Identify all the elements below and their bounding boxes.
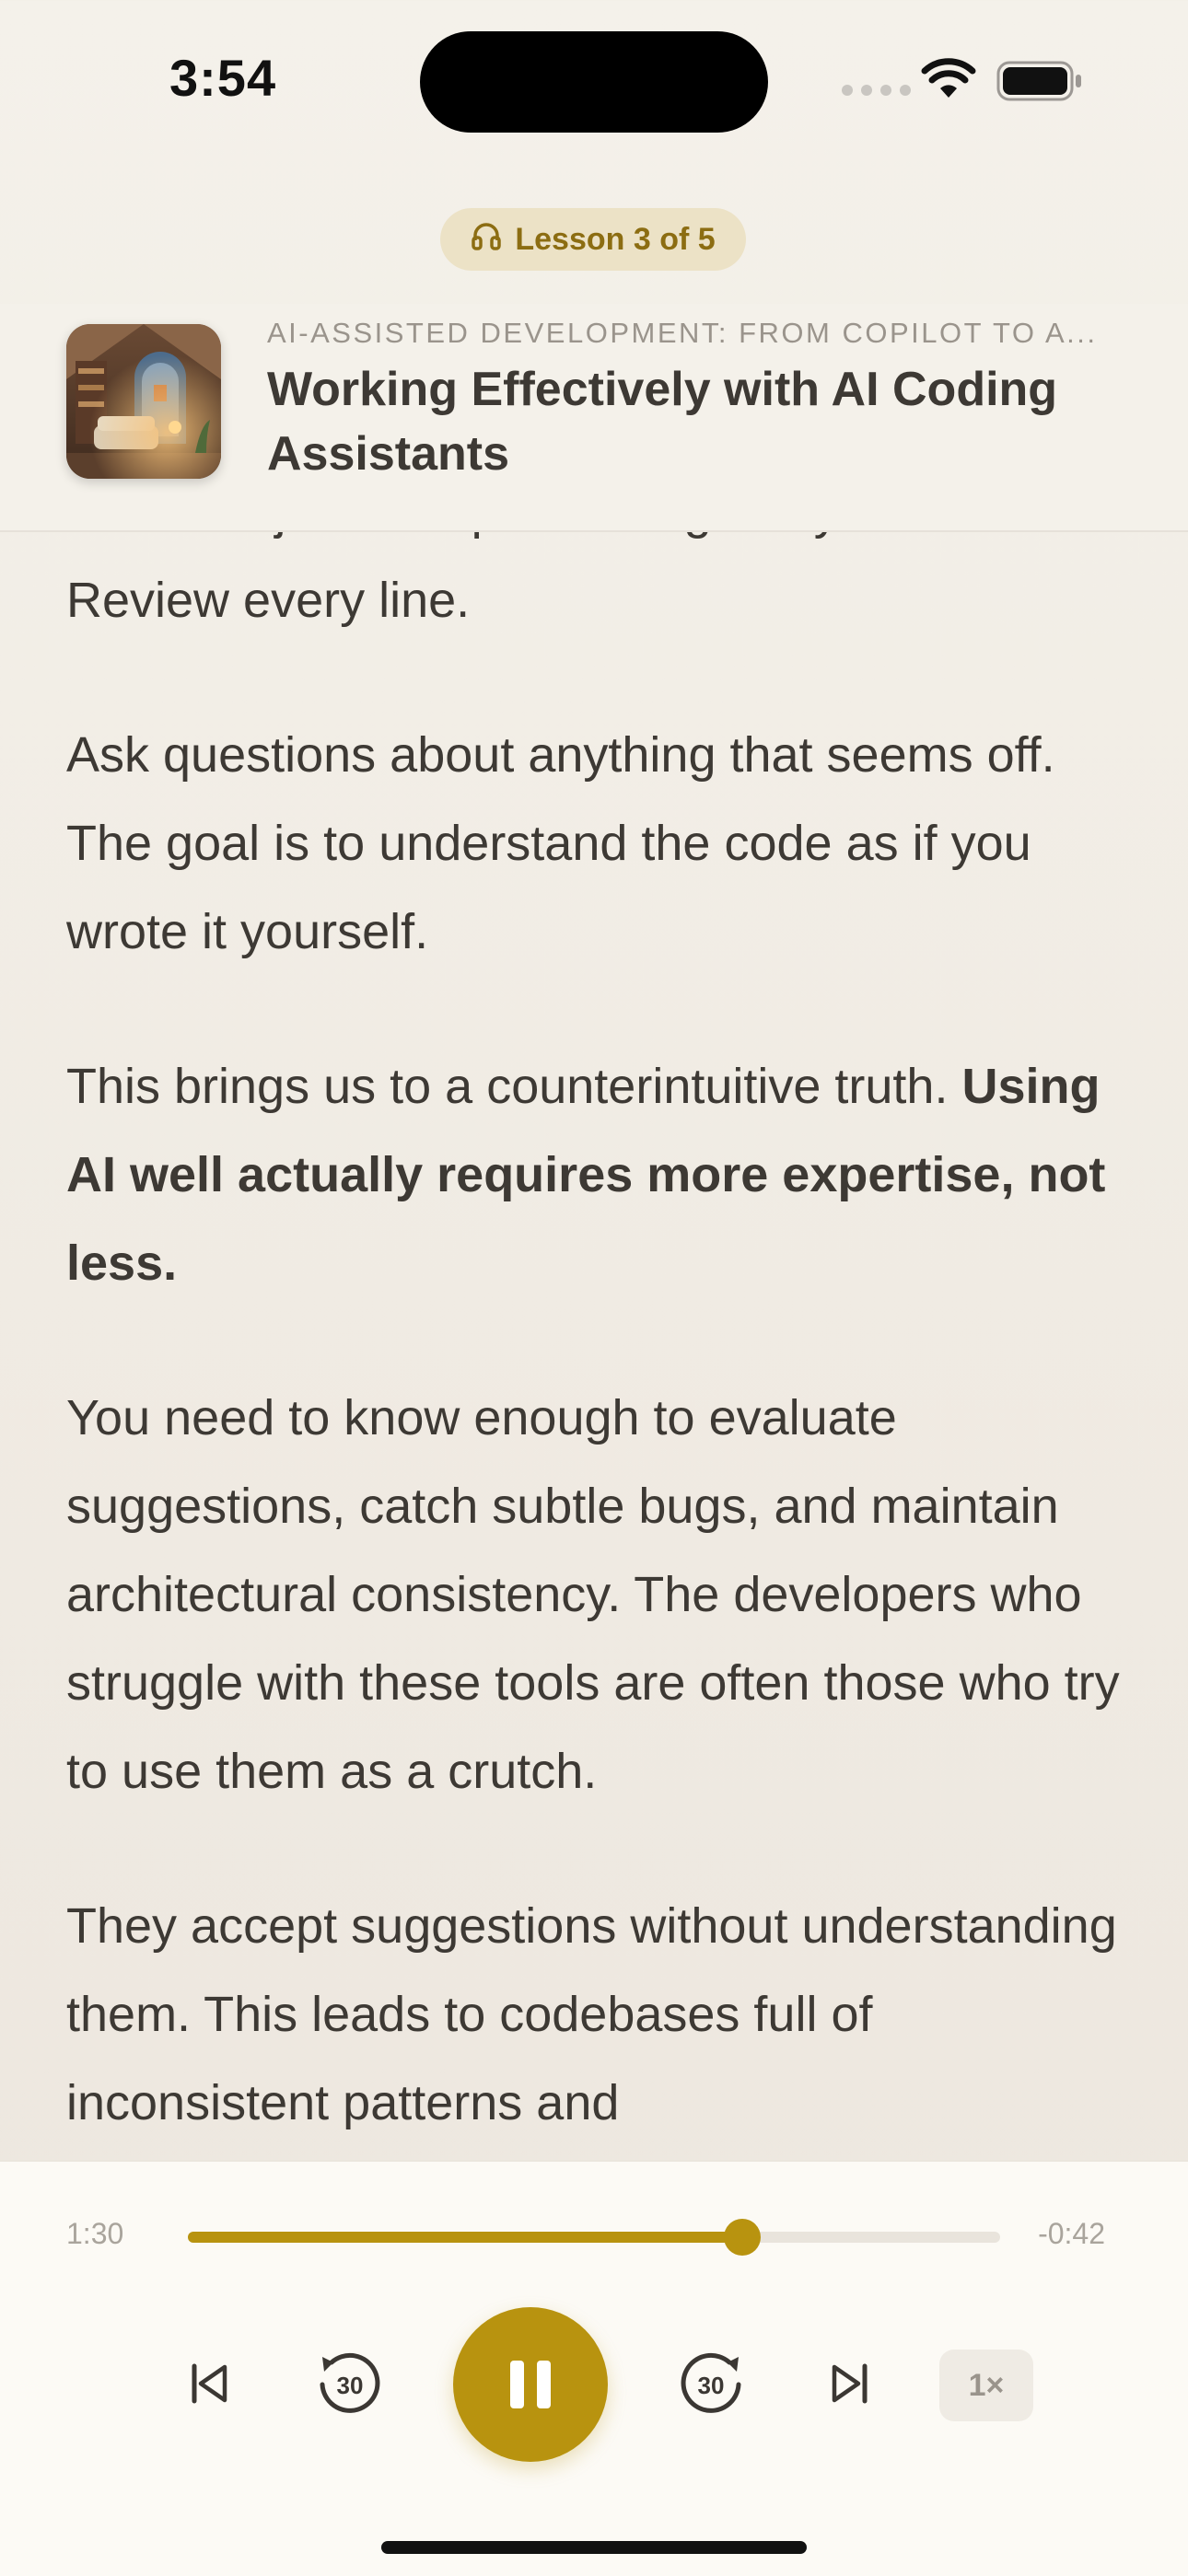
transcript-paragraph: Review every line. <box>66 573 471 628</box>
transcript-paragraph: This brings us to a counterintuitive tru… <box>66 1042 1125 1307</box>
audio-player: 1:30 -0:42 30 30 1× <box>0 2160 1188 2576</box>
elapsed-time: 1:30 <box>66 2217 124 2250</box>
svg-text:30: 30 <box>698 2372 725 2399</box>
progress-fill <box>188 2232 742 2243</box>
scrubber-handle[interactable] <box>723 2219 761 2256</box>
course-cover-image[interactable] <box>66 324 221 479</box>
skip-previous-icon <box>192 2363 227 2404</box>
skip-previous-button[interactable] <box>181 2355 238 2412</box>
transcript-text: This brings us to a counterintuitive tru… <box>66 1059 949 1114</box>
skip-next-button[interactable] <box>821 2355 879 2412</box>
transcript-paragraph: Ask questions about anything that seems … <box>66 727 1055 959</box>
lesson-badge-label: Lesson 3 of 5 <box>515 221 716 257</box>
progress-scrubber[interactable] <box>188 2219 1000 2256</box>
pause-icon <box>510 2361 551 2408</box>
dynamic-island <box>420 31 768 133</box>
rewind-30-icon: 30 <box>320 2352 380 2413</box>
lesson-header: AI-ASSISTED DEVELOPMENT: FROM COPILOT TO… <box>0 304 1188 532</box>
wifi-icon <box>921 57 976 104</box>
transcript-paragraph: You need to know enough to evaluate sugg… <box>66 1390 1120 1799</box>
headphones-icon <box>471 220 502 260</box>
status-time: 3:54 <box>169 49 277 107</box>
transcript-paragraph: They accept suggestions without understa… <box>66 1898 1117 2130</box>
rewind-30-button[interactable]: 30 <box>311 2346 387 2421</box>
course-title: AI-ASSISTED DEVELOPMENT: FROM COPILOT TO… <box>267 317 1098 349</box>
status-bar: 3:54 <box>0 0 1188 161</box>
lesson-progress-badge: Lesson 3 of 5 <box>440 208 746 271</box>
home-indicator[interactable] <box>381 2541 807 2554</box>
transcript-scroll-view[interactable]: But don't just accept what it gives you.… <box>0 532 1188 2160</box>
transcript-content: But don't just accept what it gives you.… <box>66 532 1125 2160</box>
transcript-line-partial: But don't just accept what it gives you. <box>66 532 1125 556</box>
playback-speed-button[interactable]: 1× <box>939 2350 1033 2421</box>
battery-icon <box>996 61 1083 106</box>
pause-button[interactable] <box>453 2307 608 2462</box>
remaining-time: -0:42 <box>1038 2217 1105 2250</box>
cellular-signal-icon <box>842 85 911 96</box>
skip-next-icon <box>832 2363 868 2404</box>
lesson-title: Working Effectively with AI Coding Assis… <box>267 363 1058 481</box>
forward-30-icon: 30 <box>681 2352 741 2413</box>
svg-text:30: 30 <box>337 2372 364 2399</box>
forward-30-button[interactable]: 30 <box>674 2346 750 2421</box>
